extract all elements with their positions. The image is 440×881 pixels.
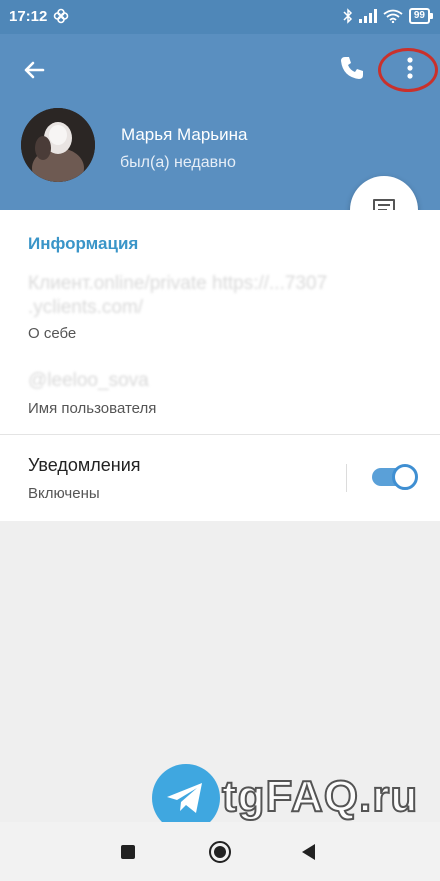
status-time: 17:12 [9, 8, 48, 25]
notifications-toggle[interactable] [372, 464, 418, 490]
back-arrow-icon[interactable] [18, 54, 50, 86]
highlight-annotation [378, 48, 438, 92]
watermark-text: tgFAQ.ru [221, 771, 419, 822]
avatar[interactable] [21, 108, 95, 182]
username-label: Имя пользователя [28, 400, 157, 417]
notifications-status: Включены [28, 485, 100, 502]
bio-value[interactable]: Клиент.online/private https://...7307 .y… [28, 272, 398, 320]
info-card: Информация Клиент.online/private https:/… [0, 210, 440, 521]
recent-apps-icon[interactable] [121, 845, 135, 859]
phone-icon[interactable] [336, 52, 368, 84]
signal-icon [358, 9, 377, 23]
wifi-icon [383, 9, 403, 23]
divider [0, 434, 440, 435]
toggle-knob [392, 464, 418, 490]
profile-last-seen: был(а) недавно [120, 154, 236, 171]
info-section-title: Информация [28, 234, 139, 253]
nav-back-icon[interactable] [302, 844, 315, 860]
battery-icon: 99 [408, 8, 434, 24]
status-icons: 99 [343, 8, 434, 24]
vertical-separator [346, 464, 347, 492]
bluetooth-icon [343, 8, 352, 24]
profile-name: Марья Марьина [121, 125, 248, 144]
bio-label: О себе [28, 325, 77, 342]
username-value[interactable]: @leeloo_sova [28, 370, 149, 392]
system-nav-bar [0, 822, 440, 881]
home-icon[interactable] [209, 841, 231, 863]
notifications-title[interactable]: Уведомления [28, 455, 141, 476]
pinwheel-icon [53, 8, 69, 24]
status-bar: 17:12 99 [0, 0, 440, 34]
